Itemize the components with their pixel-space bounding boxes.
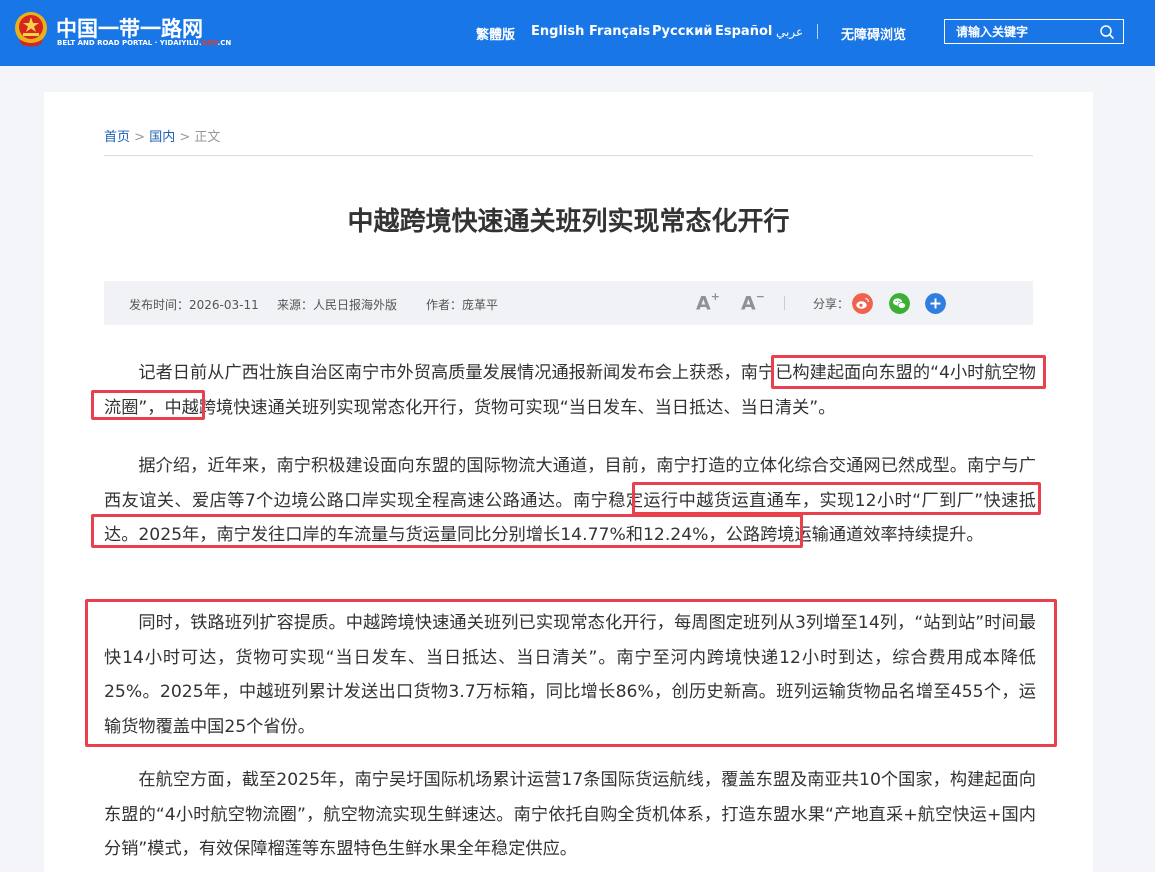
article-paragraph-4: 在航空方面，截至2025年，南宁吴圩国际机场累计运营17条国际货运航线，覆盖东盟… — [104, 770, 1036, 859]
article-author: 作者：庞革平 — [426, 298, 499, 312]
site-logo-subtitle: BELT AND ROAD PORTAL · YIDAIYILU.GOV.CN — [57, 39, 231, 47]
font-smaller-glyph: A — [741, 292, 756, 315]
publish-time: 发布时间：2026-03-11 — [129, 298, 259, 312]
lang-english[interactable]: English — [531, 24, 584, 39]
highlight-box — [632, 482, 1041, 515]
wechat-icon[interactable] — [889, 293, 910, 314]
lang-spanish[interactable]: Español — [715, 24, 772, 39]
top-header: 中国一带一路网 BELT AND ROAD PORTAL · YIDAIYILU… — [0, 0, 1155, 66]
breadcrumb-separator: > — [134, 130, 146, 145]
breadcrumb-section[interactable]: 国内 — [149, 130, 175, 145]
highlight-box — [85, 599, 1057, 747]
article-title: 中越跨境快速通关班列实现常态化开行 — [347, 207, 790, 237]
lang-russian[interactable]: Русский — [652, 24, 712, 39]
breadcrumb-separator: > — [179, 130, 191, 145]
search-box — [944, 19, 1124, 44]
national-emblem-icon[interactable] — [14, 11, 48, 47]
search-input[interactable] — [945, 20, 1095, 43]
search-icon[interactable] — [1099, 24, 1115, 40]
more-share-icon[interactable] — [925, 293, 946, 314]
header-divider — [817, 24, 818, 39]
font-larger-button[interactable]: A+ — [696, 290, 720, 315]
article-meta-bar: 发布时间：2026-03-11 来源：人民日报海外版 作者：庞革平 A+ A− … — [104, 281, 1033, 325]
lang-traditional-chinese[interactable]: 繁體版 — [476, 24, 515, 43]
breadcrumb-home[interactable]: 首页 — [104, 130, 130, 145]
accessibility-link[interactable]: 无障碍浏览 — [841, 24, 906, 43]
article-source: 来源：人民日报海外版 — [277, 298, 398, 312]
font-smaller-sign: − — [755, 290, 765, 303]
lang-french[interactable]: Français — [589, 24, 650, 39]
lang-arabic[interactable]: عربي — [776, 25, 803, 39]
breadcrumb: 首页 > 国内 > 正文 — [104, 126, 220, 145]
meta-divider — [784, 296, 785, 310]
font-smaller-button[interactable]: A− — [741, 290, 765, 315]
highlight-box — [91, 514, 803, 548]
share-label: 分享： — [813, 297, 850, 311]
breadcrumb-current: 正文 — [194, 130, 221, 145]
weibo-icon[interactable] — [852, 293, 873, 314]
highlight-box — [91, 390, 205, 420]
subtitle-suffix: .CN — [217, 39, 232, 47]
font-larger-glyph: A — [696, 292, 711, 315]
breadcrumb-divider — [104, 155, 1033, 156]
font-larger-sign: + — [710, 290, 720, 303]
subtitle-prefix: BELT AND ROAD PORTAL · YIDAIYILU. — [57, 39, 202, 47]
highlight-box — [771, 355, 1046, 389]
subtitle-gov: GOV — [201, 39, 218, 47]
